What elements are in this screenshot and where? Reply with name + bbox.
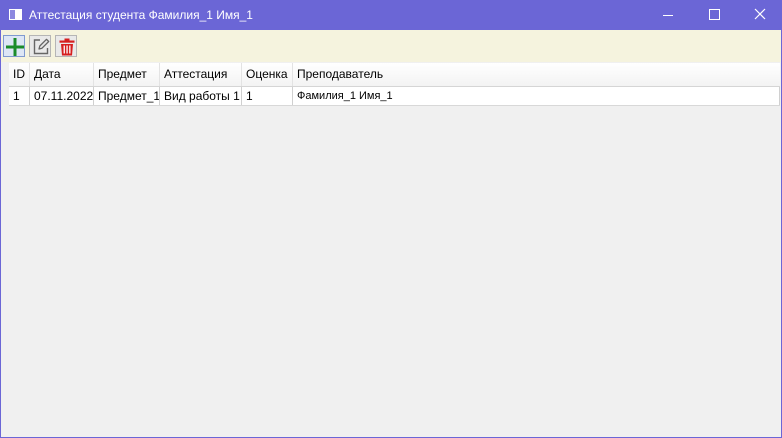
cell-id[interactable]: 1 [9,87,30,105]
column-header-id[interactable]: ID [9,63,30,86]
delete-button[interactable] [55,35,77,57]
column-header-grade[interactable]: Оценка [242,63,293,86]
edit-icon [33,38,50,55]
cell-date[interactable]: 07.11.2022 [30,87,94,105]
app-window-icon [9,9,22,20]
trash-icon [59,38,75,56]
toolbar [1,30,781,62]
title-bar[interactable]: Аттестация студента Фамилия_1 Имя_1 [1,1,781,30]
close-button[interactable] [737,1,781,30]
attestation-window: Аттестация студента Фамилия_1 Имя_1 ID Д… [0,0,782,438]
maximize-button[interactable] [691,1,737,30]
cell-subject[interactable]: Предмет_1 [94,87,160,105]
column-header-subject[interactable]: Предмет [94,63,160,86]
edit-button[interactable] [29,35,51,57]
close-icon [754,8,766,20]
maximize-icon [709,9,720,20]
minimize-icon [663,15,673,16]
table-row[interactable]: 1 07.11.2022 Предмет_1 Вид работы 1 1 Фа… [9,87,780,106]
plus-icon [6,38,24,56]
column-header-attestation[interactable]: Аттестация [160,63,242,86]
minimize-button[interactable] [645,1,691,30]
window-title: Аттестация студента Фамилия_1 Имя_1 [29,8,253,22]
cell-attestation[interactable]: Вид работы 1 [160,87,242,105]
column-header-teacher[interactable]: Преподаватель [293,63,780,86]
cell-grade[interactable]: 1 [242,87,293,105]
grid-header: ID Дата Предмет Аттестация Оценка Препод… [9,63,780,87]
column-header-date[interactable]: Дата [30,63,94,86]
cell-teacher[interactable]: Фамилия_1 Имя_1 [293,87,780,105]
add-button[interactable] [3,35,25,57]
attestation-grid[interactable]: ID Дата Предмет Аттестация Оценка Препод… [4,63,780,435]
